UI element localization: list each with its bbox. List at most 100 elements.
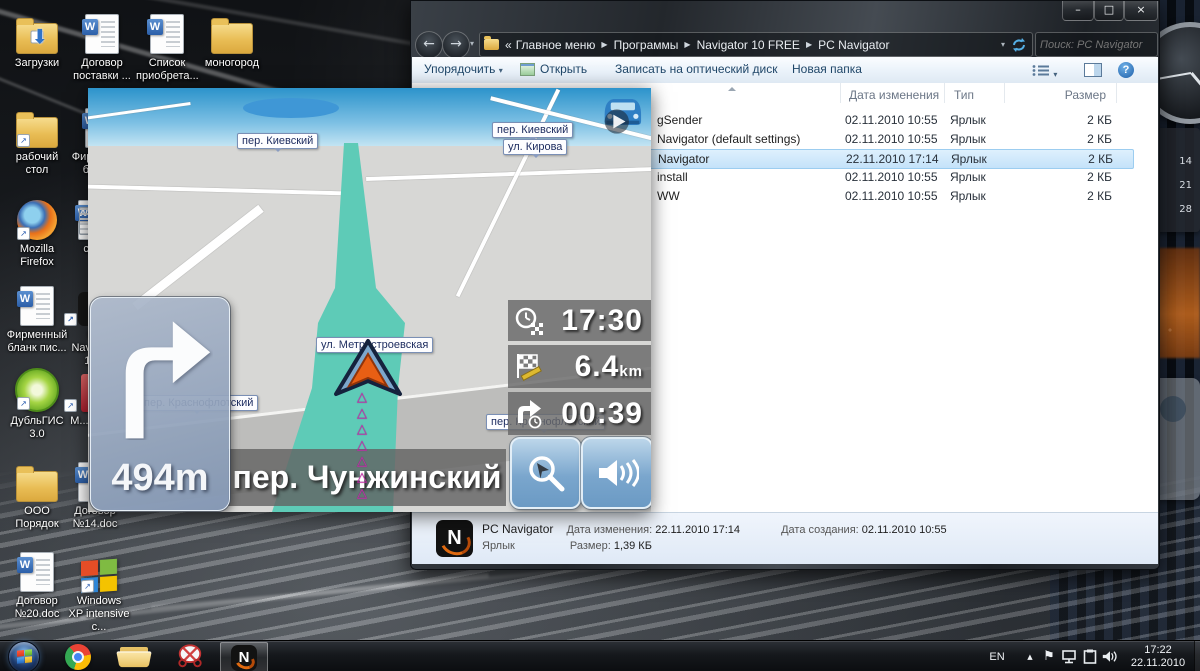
maximize-button[interactable]: □	[1094, 1, 1124, 21]
desktop-icon-dublgis[interactable]: ДубльГИС 3.0	[6, 370, 68, 441]
chevron-down-icon: ▾	[499, 66, 503, 75]
chrome-icon	[65, 644, 91, 670]
start-button[interactable]	[4, 642, 44, 671]
word-doc-icon	[85, 14, 119, 54]
details-pane: N PC Navigator Дата изменения: 22.11.201…	[412, 512, 1158, 564]
desktop-icon-dogovor20[interactable]: Договор №20.doc	[6, 550, 68, 621]
taskbar-explorer[interactable]	[114, 642, 154, 671]
turn-right-icon	[105, 310, 213, 440]
demo-mode-indicator[interactable]	[596, 90, 648, 134]
distance-box: 6.4km	[508, 345, 651, 388]
route-overview-button[interactable]	[510, 437, 581, 509]
show-desktop-button[interactable]	[1194, 641, 1200, 671]
word-doc-icon	[150, 14, 184, 54]
sort-indicator	[728, 83, 736, 91]
column-header-type[interactable]: Тип	[954, 88, 974, 102]
desktop-icon-downloads[interactable]: Загрузки	[6, 12, 68, 70]
desktop-icon-ooo-poryadok[interactable]: ООО Порядок	[6, 460, 68, 531]
desktop-icon-spisok[interactable]: Список приобрета...	[136, 12, 198, 83]
desktop-icon-monogorod[interactable]: моногород	[201, 12, 263, 70]
folder-icon	[211, 23, 253, 54]
views-icon	[1032, 64, 1050, 77]
breadcrumb-item[interactable]: Главное меню	[516, 38, 596, 52]
minimize-button[interactable]: –	[1062, 1, 1094, 21]
calendar-day: 21	[1179, 180, 1192, 191]
route-trail: △△ △△ △△ △	[357, 390, 367, 502]
address-bar[interactable]: « Главное меню ▶ Программы ▶ Navigator 1…	[479, 32, 1033, 57]
position-arrow-icon	[331, 338, 405, 400]
back-button[interactable]: ←	[415, 31, 443, 59]
street-label: пер. Киевский	[492, 122, 573, 138]
folder-icon	[484, 39, 499, 50]
desktop-icon-winxp[interactable]: Windows XP intensive c...	[68, 550, 130, 634]
calendar-day: 28	[1179, 204, 1192, 215]
show-hidden-icons-button[interactable]: ▲	[1022, 642, 1038, 671]
views-button[interactable]: ▾	[1032, 64, 1057, 80]
history-dropdown[interactable]: ▾	[470, 39, 474, 48]
close-button[interactable]: ×	[1124, 1, 1158, 21]
details-created-label: Дата создания:	[781, 524, 859, 536]
map-lake	[243, 98, 339, 118]
search-input[interactable]	[1036, 39, 1187, 51]
network-button[interactable]	[1060, 642, 1080, 671]
tray-date: 22.11.2010	[1131, 657, 1185, 670]
details-modified-value: 22.11.2010 17:14	[655, 524, 740, 536]
search-box[interactable]	[1035, 32, 1158, 57]
taskbar-snipping-tool[interactable]	[170, 642, 210, 671]
tray-clock[interactable]: 17:22 22.11.2010	[1124, 642, 1192, 671]
new-folder-button[interactable]: Новая папка	[792, 62, 862, 76]
desktop-icon-firefox[interactable]: Mozilla Firefox	[6, 198, 68, 269]
pc-navigator-icon: N	[231, 645, 257, 671]
open-button[interactable]: Открыть	[520, 62, 587, 76]
map-road	[88, 184, 355, 195]
taskbar-chrome[interactable]	[58, 642, 98, 671]
command-toolbar: Упорядочить ▾ Открыть Записать на оптиче…	[412, 57, 1158, 84]
downloads-folder-icon	[16, 23, 58, 54]
turn-clock-icon	[514, 399, 544, 429]
action-center-button[interactable]: ⚑	[1040, 642, 1058, 671]
details-file-name: PC Navigator	[482, 522, 553, 536]
breadcrumb-chevrons: «	[505, 38, 512, 52]
word-doc-icon	[20, 552, 54, 592]
burn-disc-button[interactable]: Записать на оптический диск	[615, 62, 778, 76]
desktop-icon-firmenny-blank-pis[interactable]: Фирменный бланк пис...	[6, 284, 68, 355]
preview-pane-button[interactable]	[1084, 63, 1102, 80]
language-indicator[interactable]: EN	[984, 642, 1010, 671]
taskbar-pc-navigator-active[interactable]: N	[220, 642, 268, 671]
breadcrumb-separator: ▶	[601, 40, 607, 49]
pc-navigator-icon: N	[436, 520, 473, 557]
breadcrumb-item[interactable]: Navigator 10 FREE	[697, 38, 800, 52]
organize-button[interactable]: Упорядочить ▾	[424, 62, 503, 76]
breadcrumb-item[interactable]: PC Navigator	[818, 38, 889, 52]
forward-button[interactable]: →	[442, 31, 470, 59]
tray-time: 17:22	[1144, 644, 1172, 657]
pc-navigator-window: пер. Киевский пер. Киевский ул. Кирова у…	[88, 88, 651, 512]
map-road	[366, 167, 651, 181]
desktop-icon-dogovor-postavki[interactable]: Договор поставки ...	[71, 12, 133, 83]
current-street-bar: пер. Чунжинский	[228, 449, 506, 506]
chevron-down-icon: ▾	[1053, 70, 1057, 79]
help-button[interactable]: ?	[1118, 62, 1134, 78]
taskbar: N EN ▲ ⚑	[0, 640, 1200, 671]
details-size-label: Размер:	[570, 540, 611, 552]
address-dropdown-icon[interactable]: ▾	[1001, 40, 1005, 49]
volume-tray-button[interactable]	[1100, 642, 1120, 671]
breadcrumb-item[interactable]: Программы	[614, 38, 679, 52]
dublgis-icon	[15, 368, 59, 412]
scissors-icon	[176, 643, 204, 670]
desktop-icon-rabochiy-stol[interactable]: рабочий стол	[6, 106, 68, 177]
details-created-value: 02.11.2010 10:55	[862, 524, 947, 536]
current-street-name: пер. Чунжинский	[233, 459, 502, 496]
refresh-icon[interactable]	[1011, 38, 1027, 52]
column-header-size[interactable]: Размер	[1012, 88, 1106, 102]
volume-button[interactable]	[581, 437, 651, 509]
speaker-icon	[595, 457, 639, 489]
finish-flag-icon	[514, 352, 544, 382]
network-icon	[1062, 650, 1078, 664]
removable-device-button[interactable]	[1080, 642, 1100, 671]
details-modified-label: Дата изменения:	[566, 524, 652, 536]
route-zoom-icon	[525, 452, 567, 494]
preview-pane-icon	[1084, 63, 1102, 77]
street-label: ул. Кирова	[503, 139, 567, 155]
column-header-date[interactable]: Дата изменения	[849, 88, 939, 102]
